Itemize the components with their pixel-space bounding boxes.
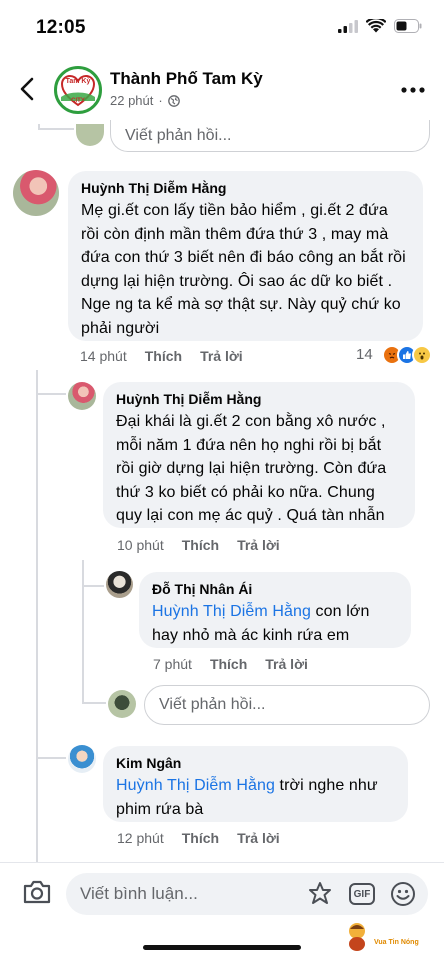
thread-line bbox=[82, 585, 104, 587]
like-button[interactable]: Thích bbox=[210, 656, 247, 672]
comment-actions: 14 phút Thích Trả lời bbox=[80, 348, 243, 364]
commenter-avatar[interactable] bbox=[13, 170, 59, 216]
comment-time: 10 phút bbox=[117, 537, 164, 553]
reply-placeholder: Viết phản hồi... bbox=[125, 126, 232, 144]
back-button[interactable] bbox=[12, 72, 42, 106]
cellular-signal-icon bbox=[338, 19, 358, 33]
reply-input[interactable]: Viết phản hồi... bbox=[144, 685, 430, 725]
reply-button[interactable]: Trả lời bbox=[237, 537, 280, 553]
camera-button[interactable] bbox=[22, 879, 54, 909]
wifi-icon bbox=[366, 19, 386, 33]
commenter-avatar[interactable] bbox=[68, 745, 96, 773]
camera-icon bbox=[23, 880, 51, 904]
post-time: 22 phút bbox=[110, 93, 154, 108]
chevron-left-icon bbox=[20, 77, 34, 101]
logo-text-bottom: CITY bbox=[71, 98, 85, 104]
comment-bubble: Huỳnh Thị Diễm Hằng Mẹ gi.ết con lấy tiề… bbox=[68, 171, 423, 341]
comment-text: Huỳnh Thị Diễm Hằng trời nghe như phim r… bbox=[116, 774, 395, 821]
avatar-sticker-icon bbox=[309, 882, 331, 904]
thread-line bbox=[38, 128, 74, 130]
more-horizontal-icon bbox=[401, 87, 425, 93]
thread-line bbox=[82, 560, 84, 702]
page-name[interactable]: Thành Phố Tam Kỳ bbox=[110, 69, 263, 89]
thread-line bbox=[36, 370, 38, 862]
comment-actions: 7 phút Thích Trả lời bbox=[153, 656, 308, 672]
reply-avatar bbox=[108, 690, 136, 718]
reply-avatar bbox=[76, 124, 104, 146]
dot-separator: · bbox=[158, 93, 163, 108]
commenter-avatar[interactable] bbox=[106, 571, 133, 598]
mascot-icon bbox=[349, 923, 365, 951]
post-meta: 22 phút · bbox=[110, 93, 180, 108]
mention-link[interactable]: Huỳnh Thị Diễm Hằng bbox=[116, 777, 275, 794]
globe-icon bbox=[167, 94, 180, 107]
comment-time: 12 phút bbox=[117, 830, 164, 846]
reaction-icons[interactable] bbox=[382, 345, 432, 365]
comment-text: Đại khái là gi.ết 2 con bằng xô nước , m… bbox=[116, 413, 387, 524]
reply-input[interactable]: Viết phản hồi... bbox=[110, 120, 430, 152]
comment-placeholder: Viết bình luận... bbox=[80, 884, 198, 903]
mention-link[interactable]: Huỳnh Thị Diễm Hằng bbox=[152, 603, 311, 620]
commenter-avatar[interactable] bbox=[68, 382, 96, 410]
more-options-button[interactable] bbox=[400, 80, 426, 100]
page-avatar[interactable]: Tam Kỳ CITY bbox=[54, 66, 102, 114]
smiley-icon bbox=[391, 882, 415, 906]
thread-line bbox=[36, 393, 66, 395]
avatar-sticker-button[interactable] bbox=[306, 881, 334, 907]
post-header: Tam Kỳ CITY Thành Phố Tam Kỳ 22 phút · bbox=[0, 56, 444, 124]
status-bar: 12:05 bbox=[0, 0, 444, 56]
comment-actions: 10 phút Thích Trả lời bbox=[117, 537, 280, 553]
reply-placeholder: Viết phản hồi... bbox=[159, 696, 266, 713]
like-button[interactable]: Thích bbox=[182, 830, 219, 846]
reply-button[interactable]: Trả lời bbox=[237, 830, 280, 846]
comment-author[interactable]: Huỳnh Thị Diễm Hằng bbox=[116, 391, 402, 407]
comment-actions: 12 phút Thích Trả lời bbox=[117, 830, 280, 846]
tam-ky-city-logo bbox=[60, 74, 96, 107]
reply-button[interactable]: Trả lời bbox=[265, 656, 308, 672]
comment-author[interactable]: Kim Ngân bbox=[116, 755, 395, 771]
reply-button[interactable]: Trả lời bbox=[200, 348, 243, 364]
battery-icon bbox=[394, 19, 422, 33]
status-icons bbox=[338, 19, 422, 33]
comment-bubble: Đỗ Thị Nhân Ái Huỳnh Thị Diễm Hằng con l… bbox=[139, 572, 411, 648]
comment-bubble: Huỳnh Thị Diễm Hằng Đại khái là gi.ết 2 … bbox=[103, 382, 415, 528]
comment-author[interactable]: Đỗ Thị Nhân Ái bbox=[152, 581, 398, 597]
comment-text: Mẹ gi.ết con lấy tiền bảo hiểm , gi.ết 2… bbox=[81, 202, 406, 337]
comment-input[interactable]: Viết bình luận... GIF bbox=[66, 873, 428, 915]
watermark-text: Vua Tin Nóng bbox=[374, 939, 419, 946]
gif-button[interactable]: GIF bbox=[349, 883, 375, 905]
logo-text-top: Tam Kỳ bbox=[65, 78, 91, 85]
comment-author[interactable]: Huỳnh Thị Diễm Hằng bbox=[81, 180, 410, 196]
thread-line bbox=[82, 702, 106, 704]
reaction-count[interactable]: 14 bbox=[356, 346, 373, 363]
thread-line bbox=[36, 757, 66, 759]
emoji-button[interactable] bbox=[390, 881, 416, 907]
comment-bubble: Kim Ngân Huỳnh Thị Diễm Hằng trời nghe n… bbox=[103, 746, 408, 822]
gif-label: GIF bbox=[353, 888, 371, 900]
like-button[interactable]: Thích bbox=[182, 537, 219, 553]
wow-reaction-icon bbox=[412, 345, 432, 365]
watermark: Vua Tin Nóng bbox=[344, 921, 444, 957]
comment-time: 7 phút bbox=[153, 656, 192, 672]
comment-text: Huỳnh Thị Diễm Hằng con lớn hay nhỏ mà á… bbox=[152, 600, 398, 647]
home-indicator bbox=[143, 945, 301, 950]
like-button[interactable]: Thích bbox=[145, 348, 182, 364]
comment-time: 14 phút bbox=[80, 348, 127, 364]
status-time: 12:05 bbox=[36, 17, 86, 38]
comment-composer: Viết bình luận... GIF Vua Tin Nóng bbox=[0, 862, 444, 960]
